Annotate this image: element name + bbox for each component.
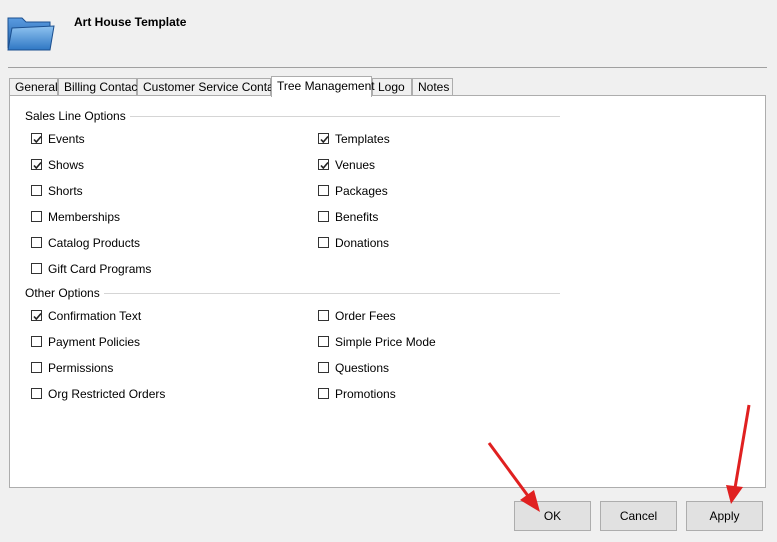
checkbox-label: Memberships <box>48 210 121 224</box>
sales-line-options-divider <box>120 116 560 117</box>
checkbox-label: Benefits <box>335 210 379 224</box>
checkbox-box[interactable] <box>318 237 329 248</box>
checkmark-icon <box>33 135 42 144</box>
checkbox-box[interactable] <box>31 388 42 399</box>
checkbox-label: Catalog Products <box>48 236 141 250</box>
checkmark-icon <box>320 135 329 144</box>
checkbox-label: Packages <box>335 184 388 198</box>
checkbox-label: Simple Price Mode <box>335 335 436 349</box>
checkbox-label: Donations <box>335 236 390 250</box>
checkbox-box[interactable] <box>318 362 329 373</box>
tab-tree-management[interactable]: Tree Management <box>271 76 375 97</box>
dialog-header: Art House Template <box>0 0 777 68</box>
other-options-label: Other Options <box>25 286 104 300</box>
checkbox-box[interactable] <box>318 159 329 170</box>
sales-line-options-label: Sales Line Options <box>25 109 130 123</box>
checkbox-label: Events <box>48 132 85 146</box>
checkmark-icon <box>33 312 42 321</box>
checkbox-label: Venues <box>335 158 376 172</box>
checkbox-label: Questions <box>335 361 390 375</box>
checkbox-label: Shows <box>48 158 85 172</box>
checkbox-box[interactable] <box>31 310 42 321</box>
other-options-divider <box>100 293 560 294</box>
checkbox-label: Promotions <box>335 387 396 401</box>
checkbox-box[interactable] <box>318 310 329 321</box>
checkbox-box[interactable] <box>31 263 42 274</box>
checkbox-label: Templates <box>335 132 390 146</box>
checkbox-label: Shorts <box>48 184 83 198</box>
checkbox-label: Payment Policies <box>48 335 141 349</box>
dialog-title: Art House Template <box>74 15 187 29</box>
checkbox-box[interactable] <box>31 159 42 170</box>
checkmark-icon <box>320 161 329 170</box>
checkbox-label: Permissions <box>48 361 114 375</box>
ok-button[interactable]: OK <box>514 501 591 531</box>
checkbox-label: Confirmation Text <box>48 309 142 323</box>
checkbox-box[interactable] <box>318 336 329 347</box>
folder-icon <box>7 17 55 51</box>
checkbox-box[interactable] <box>31 237 42 248</box>
tab-logo[interactable]: Logo <box>372 78 412 95</box>
checkbox-label: Org Restricted Orders <box>48 387 166 401</box>
checkbox-box[interactable] <box>31 362 42 373</box>
checkbox-box[interactable] <box>31 133 42 144</box>
tab-billing-contact[interactable]: Billing Contact <box>58 78 141 95</box>
checkbox-box[interactable] <box>31 185 42 196</box>
apply-button[interactable]: Apply <box>686 501 763 531</box>
checkbox-box[interactable] <box>31 211 42 222</box>
tree-management-panel: Sales Line Options Events Shows Shorts M… <box>9 95 766 488</box>
tab-notes[interactable]: Notes <box>412 78 453 95</box>
checkbox-box[interactable] <box>31 336 42 347</box>
checkbox-label: Gift Card Programs <box>48 262 152 276</box>
checkbox-box[interactable] <box>318 185 329 196</box>
checkbox-box[interactable] <box>318 133 329 144</box>
checkbox-box[interactable] <box>318 211 329 222</box>
checkbox-box[interactable] <box>318 388 329 399</box>
cancel-button[interactable]: Cancel <box>600 501 677 531</box>
tab-customer-service-contact[interactable]: Customer Service Contact <box>137 78 283 95</box>
checkmark-icon <box>33 161 42 170</box>
checkbox-label: Order Fees <box>335 309 396 323</box>
header-divider <box>8 67 767 68</box>
tab-general[interactable]: General <box>9 78 58 95</box>
